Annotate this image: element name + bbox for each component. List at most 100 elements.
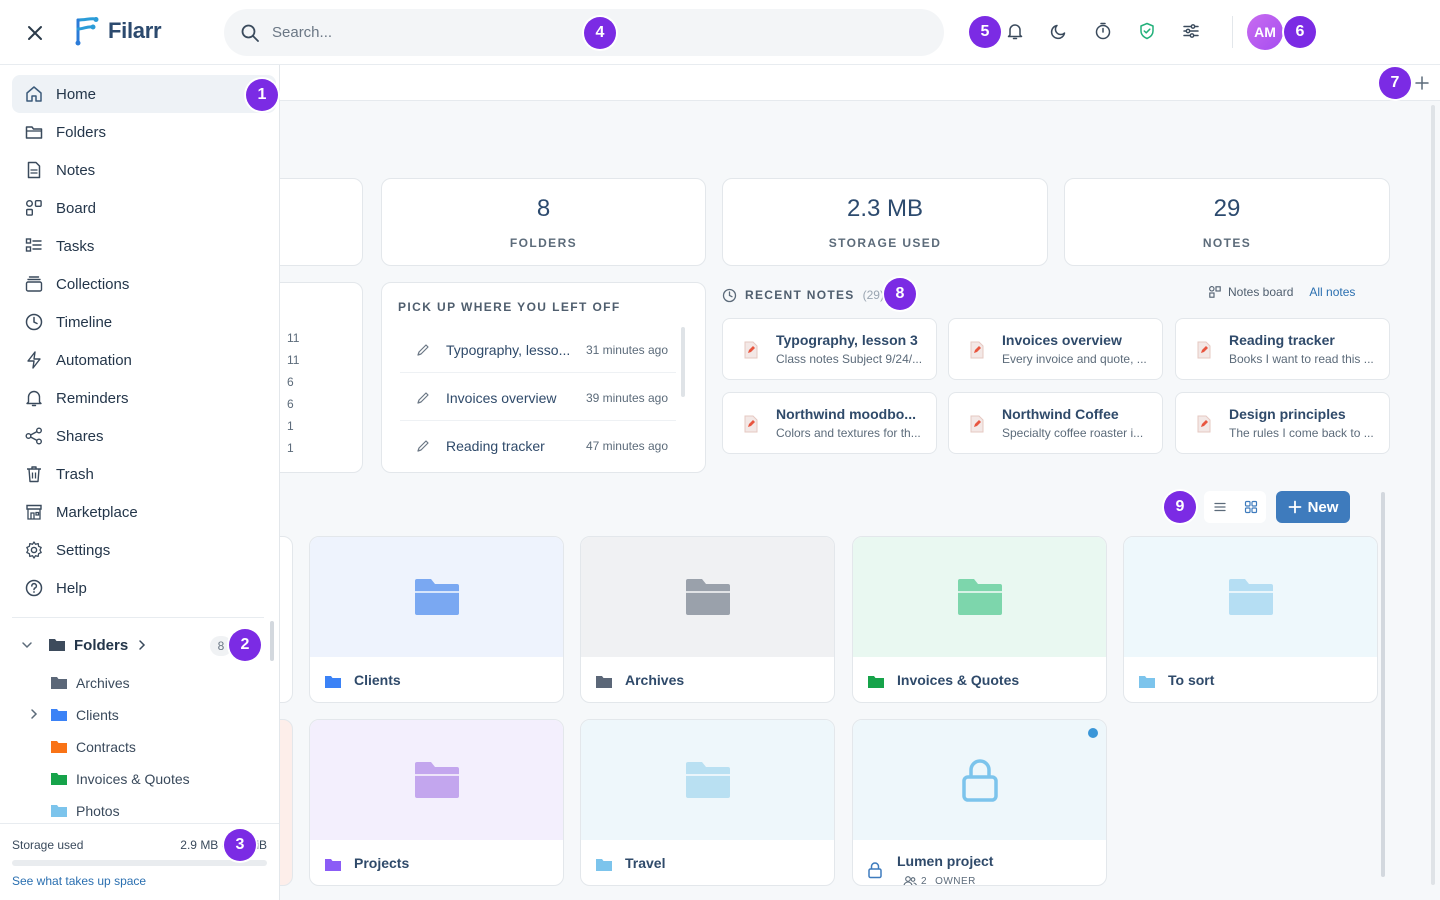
preferences-button[interactable]: [1180, 20, 1202, 42]
tree-item-archives[interactable]: Archives: [24, 667, 264, 699]
clock-icon: [722, 288, 737, 302]
note-card[interactable]: Northwind Coffee Specialty coffee roaste…: [948, 392, 1163, 454]
list-view-button[interactable]: [1213, 500, 1227, 514]
sidebar-item-folders[interactable]: Folders: [12, 113, 276, 151]
folder-preview: [1124, 537, 1377, 657]
folder-meta: 2 OWNER: [903, 875, 976, 885]
security-button[interactable]: [1136, 20, 1158, 42]
sidebar-item-label: Home: [56, 85, 97, 103]
folders-scrollbar[interactable]: [1381, 492, 1385, 877]
sidebar-item-collections[interactable]: Collections: [12, 265, 276, 303]
tree-item-invoices[interactable]: Invoices & Quotes: [24, 763, 264, 795]
sidebar-item-label: Help: [56, 579, 87, 597]
sidebar-item-trash[interactable]: Trash: [12, 455, 276, 493]
sidebar-item-shares[interactable]: Shares: [12, 417, 276, 455]
folder-filled-icon: [51, 773, 67, 785]
tree-item-clients[interactable]: Clients: [24, 699, 264, 731]
folder-card-clients[interactable]: Clients: [309, 536, 564, 703]
note-file-icon: [1197, 341, 1211, 359]
annotation-badge: 3: [224, 829, 256, 861]
pickup-scrollbar[interactable]: [681, 327, 685, 397]
sidebar-item-marketplace[interactable]: Marketplace: [12, 493, 276, 531]
folder-filled-icon: [596, 859, 612, 871]
sidebar-item-label: Notes: [56, 161, 96, 179]
main-scrollbar[interactable]: [1431, 105, 1435, 885]
note-card[interactable]: Invoices overview Every invoice and quot…: [948, 318, 1163, 380]
dark-mode-button[interactable]: [1048, 20, 1070, 42]
note-file-icon: [744, 415, 758, 433]
note-file-icon: [744, 341, 758, 359]
tree-item-label: Photos: [76, 803, 120, 819]
lock-icon: [961, 759, 998, 802]
recent-notes-header: RECENT NOTES (29): [722, 285, 884, 305]
tree-item-label: Invoices & Quotes: [76, 771, 190, 787]
new-button[interactable]: New: [1276, 491, 1350, 523]
folder-card-projects[interactable]: Projects: [309, 719, 564, 886]
note-preview: The rules I come back to ...: [1229, 426, 1374, 440]
annotation-badge: 8: [884, 278, 916, 310]
close-sidebar-button[interactable]: [16, 14, 54, 52]
folder-tree-header[interactable]: Folders 8: [20, 631, 260, 659]
sidebar-item-tasks[interactable]: Tasks: [12, 227, 276, 265]
pickup-item[interactable]: Typography, lesso... 31 minutes ago: [400, 327, 676, 373]
note-card[interactable]: Design principles The rules I come back …: [1175, 392, 1390, 454]
note-card[interactable]: Reading tracker Books I want to read thi…: [1175, 318, 1390, 380]
search-input[interactable]: [272, 24, 592, 41]
folder-large-icon: [685, 762, 730, 798]
users-icon: [903, 876, 917, 885]
search-icon: [241, 24, 259, 42]
grid-view-button[interactable]: [1244, 500, 1258, 514]
folder-card-archives[interactable]: Archives: [580, 536, 835, 703]
folder-card-travel[interactable]: Travel: [580, 719, 835, 886]
folder-filled-icon: [868, 676, 884, 688]
sidebar-item-automation[interactable]: Automation: [12, 341, 276, 379]
sliders-icon: [1183, 24, 1199, 38]
sidebar-item-home[interactable]: Home: [12, 75, 276, 113]
notes-board-link[interactable]: Notes board: [1208, 285, 1293, 299]
collections-icon: [24, 274, 44, 294]
sidebar-scrollbar[interactable]: [270, 621, 274, 661]
sidebar-item-reminders[interactable]: Reminders: [12, 379, 276, 417]
storage-details-link[interactable]: See what takes up space: [12, 874, 267, 888]
pickup-item[interactable]: Reading tracker 47 minutes ago: [400, 423, 676, 469]
timer-button[interactable]: [1092, 20, 1114, 42]
annotation-badge: 5: [969, 16, 1001, 48]
app-logo[interactable]: Filarr: [72, 16, 162, 46]
sidebar-item-help[interactable]: Help: [12, 569, 276, 607]
stat-label: FOLDERS: [509, 236, 578, 250]
tree-item-label: Clients: [76, 707, 119, 723]
folder-card-to-sort[interactable]: To sort: [1123, 536, 1378, 703]
sidebar-item-notes[interactable]: Notes: [12, 151, 276, 189]
folder-large-icon: [414, 579, 459, 615]
sidebar-item-board[interactable]: Board: [12, 189, 276, 227]
user-avatar[interactable]: AM: [1247, 14, 1283, 50]
storage-value-tail: iB: [256, 838, 267, 852]
pickup-item-name: Typography, lesso...: [446, 341, 571, 358]
note-card[interactable]: Typography, lesson 3 Class notes Subject…: [722, 318, 937, 380]
gear-icon: [24, 540, 44, 560]
all-notes-link[interactable]: All notes: [1309, 285, 1355, 299]
sidebar-item-timeline[interactable]: Timeline: [12, 303, 276, 341]
timer-icon: [1095, 22, 1111, 40]
stat-card-notes[interactable]: 29 NOTES: [1064, 178, 1390, 266]
stat-card-folders[interactable]: 8 FOLDERS: [381, 178, 706, 266]
note-card[interactable]: Northwind moodbo... Colors and textures …: [722, 392, 937, 454]
sidebar-item-settings[interactable]: Settings: [12, 531, 276, 569]
sidebar: Home Folders Notes Board Tasks Collectio…: [0, 65, 280, 900]
recent-notes-links: Notes board All notes: [1208, 285, 1355, 299]
chevron-right-icon: [139, 640, 146, 650]
pickup-item[interactable]: Invoices overview 39 minutes ago: [400, 375, 676, 421]
notifications-button[interactable]: [1004, 20, 1026, 42]
folder-card-lumen-project[interactable]: Lumen project 2 OWNER: [852, 719, 1107, 886]
folder-name: Invoices & Quotes: [897, 672, 1020, 688]
tab-strip: [280, 65, 1440, 101]
add-tab-button[interactable]: [1412, 73, 1432, 93]
new-button-label: New: [1307, 498, 1339, 516]
folder-card-invoices[interactable]: Invoices & Quotes: [852, 536, 1107, 703]
tree-item-contracts[interactable]: Contracts: [24, 731, 264, 763]
main-content: 8 FOLDERS 2.3 MB STORAGE USED 29 NOTES 1…: [38, 65, 1440, 900]
pickup-title: PICK UP WHERE YOU LEFT OFF: [398, 300, 621, 314]
stat-card-storage[interactable]: 2.3 MB STORAGE USED: [722, 178, 1048, 266]
sidebar-item-label: Timeline: [56, 313, 113, 331]
trash-icon: [24, 464, 44, 484]
